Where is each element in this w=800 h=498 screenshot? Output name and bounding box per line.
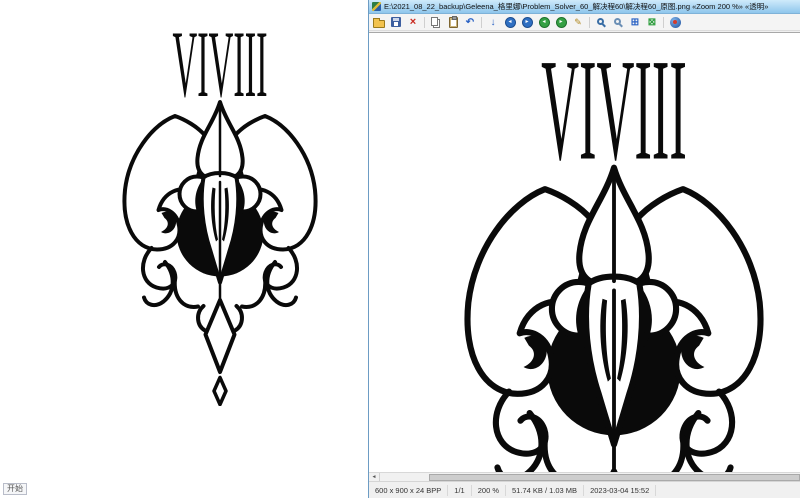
image-canvas[interactable]: VIVIII bbox=[369, 32, 800, 472]
toolbar-separator bbox=[663, 17, 664, 28]
status-dimensions: 600 x 900 x 24 BPP bbox=[369, 485, 448, 496]
paste-icon bbox=[449, 17, 458, 28]
copy-button[interactable] bbox=[428, 15, 444, 30]
horizontal-scrollbar[interactable]: ◄ bbox=[369, 472, 800, 481]
about-icon bbox=[670, 17, 681, 28]
viewer-window: E:\2021_08_22_backup\Geleena_格里娜\Problem… bbox=[368, 0, 800, 498]
toolbar-separator bbox=[589, 17, 590, 28]
open-button[interactable] bbox=[371, 15, 387, 30]
copy-icon bbox=[431, 17, 438, 26]
scroll-thumb[interactable] bbox=[429, 474, 800, 481]
zoom-in-button[interactable] bbox=[593, 15, 609, 30]
toolbar: × ↶ ↓ ◂ ▸ ◂ ▸ ✎ ⊞ ⊠ bbox=[369, 14, 800, 31]
zoom-out-button[interactable] bbox=[610, 15, 626, 30]
status-spacer bbox=[656, 485, 800, 496]
prev-image-icon: ◂ bbox=[505, 17, 516, 28]
prev-image-button[interactable]: ◂ bbox=[502, 15, 518, 30]
status-zoom: 200 % bbox=[472, 485, 506, 496]
first-image-icon: ◂ bbox=[539, 17, 550, 28]
artwork-preview: VIVIII bbox=[100, 26, 340, 406]
toolbar-separator bbox=[481, 17, 482, 28]
about-button[interactable] bbox=[667, 15, 683, 30]
toolbar-separator bbox=[424, 17, 425, 28]
save-button[interactable] bbox=[388, 15, 404, 30]
paste-button[interactable] bbox=[445, 15, 461, 30]
edit-button[interactable]: ✎ bbox=[570, 15, 586, 30]
next-image-icon: ▸ bbox=[522, 17, 533, 28]
artwork-zoomed: VIVIII bbox=[430, 51, 798, 472]
title-bar[interactable]: E:\2021_08_22_backup\Geleena_格里娜\Problem… bbox=[369, 0, 800, 14]
last-image-button[interactable]: ▸ bbox=[553, 15, 569, 30]
last-image-icon: ▸ bbox=[556, 17, 567, 28]
scroll-left-button[interactable]: ◄ bbox=[369, 473, 380, 481]
status-page-index: 1/1 bbox=[448, 485, 471, 496]
slideshow-button[interactable]: ↓ bbox=[485, 15, 501, 30]
next-image-button[interactable]: ▸ bbox=[519, 15, 535, 30]
zoom-out-icon bbox=[614, 18, 621, 25]
save-icon bbox=[391, 17, 401, 27]
undo-button[interactable]: ↶ bbox=[462, 15, 478, 30]
first-image-button[interactable]: ◂ bbox=[536, 15, 552, 30]
about-icon-dot bbox=[673, 20, 677, 24]
fit-window-button[interactable]: ⊞ bbox=[627, 15, 643, 30]
zoom-in-icon bbox=[597, 18, 604, 25]
status-modified: 2023-03-04 15:52 bbox=[584, 485, 656, 496]
delete-button[interactable]: × bbox=[405, 15, 421, 30]
window-title: E:\2021_08_22_backup\Geleena_格里娜\Problem… bbox=[384, 1, 768, 12]
status-file-size: 51.74 KB / 1.03 MB bbox=[506, 485, 584, 496]
app-icon bbox=[372, 2, 381, 11]
screen: VIVIII 开始 E:\2021_08_22_backup\Geleena_格… bbox=[0, 0, 800, 498]
start-button[interactable]: 开始 bbox=[3, 483, 27, 495]
fullscreen-button[interactable]: ⊠ bbox=[644, 15, 660, 30]
status-bar: 600 x 900 x 24 BPP 1/1 200 % 51.74 KB / … bbox=[369, 481, 800, 498]
open-icon bbox=[373, 20, 385, 28]
